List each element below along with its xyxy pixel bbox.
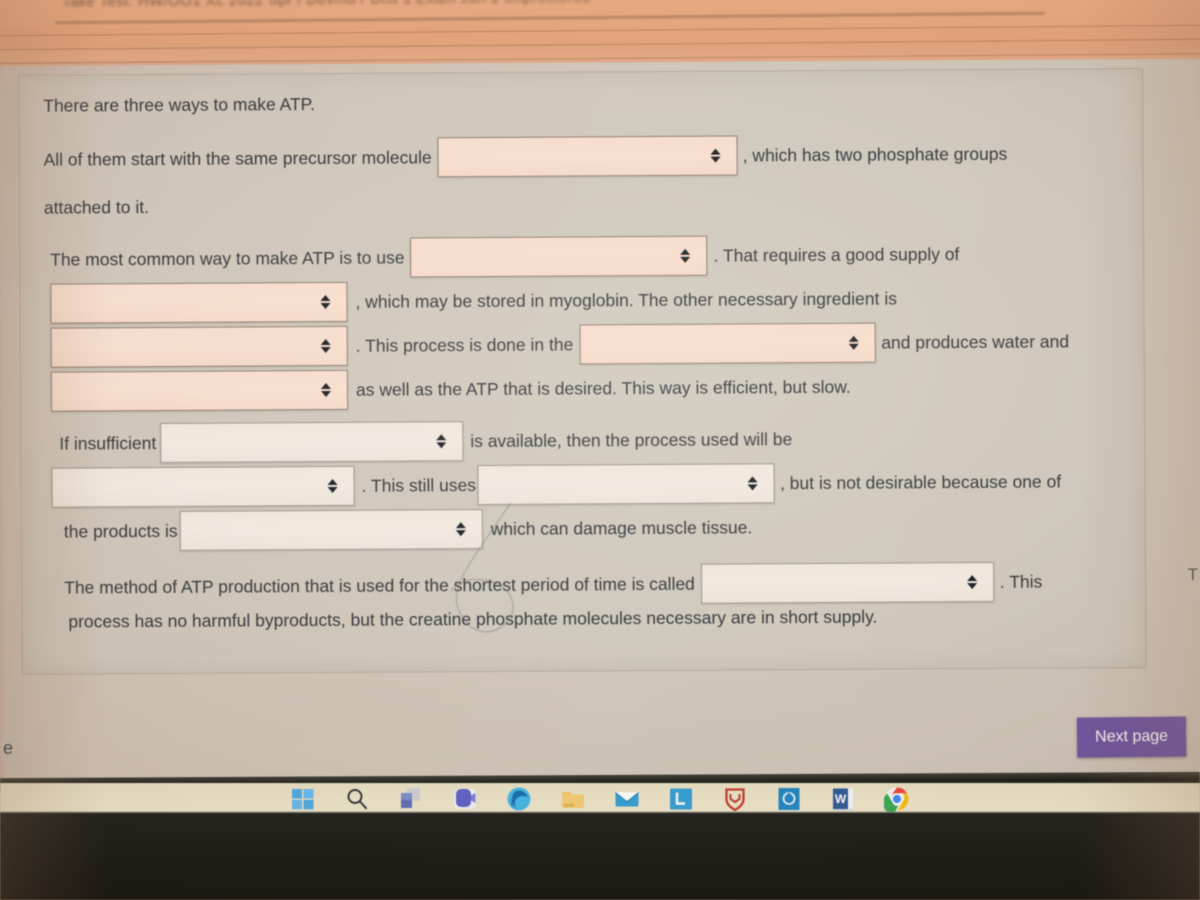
p4-text-c: process has no harmful byproducts, but t…	[68, 606, 878, 632]
chevron-updown-icon	[315, 339, 337, 354]
intro-line: There are three ways to make ATP.	[43, 89, 1138, 116]
p4-text-a: The method of ATP production that is use…	[64, 573, 695, 598]
browser-tab-strip-underline	[55, 12, 1045, 24]
chrome-icon[interactable]	[883, 785, 911, 813]
p4-text-b: . This	[999, 571, 1043, 593]
p2-line3: . This process is done in the and produc…	[45, 321, 1140, 368]
p1-text-c: attached to it.	[43, 197, 150, 218]
p1-line2: attached to it.	[44, 191, 1139, 218]
photographed-screen-backdrop: Take Test: HW/OO1 XL 2022 Spr / Devmo / …	[0, 0, 1200, 900]
dropdown-insufficient-what[interactable]	[160, 421, 464, 464]
teams-icon[interactable]	[451, 785, 479, 813]
search-icon[interactable]	[343, 785, 371, 813]
linkedin-icon[interactable]	[667, 785, 695, 813]
left-edge-text-fragment: e	[1, 735, 20, 762]
windows-start-icon[interactable]	[289, 785, 317, 813]
dropdown-precursor-molecule[interactable]	[437, 135, 738, 178]
chevron-updown-icon	[705, 148, 727, 163]
p3-text-f: which can damage muscle tissue.	[490, 517, 753, 540]
p2-text-b: . That requires a good supply of	[713, 244, 960, 266]
dropdown-good-supply-of[interactable]	[50, 282, 348, 324]
task-view-icon[interactable]	[397, 785, 425, 813]
chevron-updown-icon	[314, 295, 336, 310]
p4-line2: process has no harmful byproducts, but t…	[46, 605, 1141, 632]
browser-tab-strip: Take Test: HW/OO1 XL 2022 Spr / Devmo / …	[0, 0, 1200, 27]
dropdown-other-ingredient[interactable]	[50, 326, 348, 368]
p3-text-a: If insufficient	[59, 433, 157, 454]
page-edge-line-2	[0, 38, 1200, 51]
word-icon[interactable]: W	[829, 785, 857, 813]
dropdown-shortest-method[interactable]	[700, 562, 994, 604]
p2-line4: as well as the ATP that is desired. This…	[45, 365, 1140, 412]
chevron-updown-icon	[742, 476, 764, 491]
dropdown-this-still-uses[interactable]	[477, 463, 776, 506]
p2-text-c: , which may be stored in myoglobin. The …	[355, 288, 897, 313]
chevron-updown-icon	[842, 336, 864, 351]
file-explorer-icon[interactable]	[559, 785, 587, 813]
p1-text-b: , which has two phosphate groups	[742, 143, 1008, 166]
dropdown-most-common-fuel[interactable]	[410, 235, 708, 278]
next-page-button[interactable]: Next page	[1076, 716, 1187, 758]
p2-line1: The most common way to make ATP is to us…	[44, 233, 1139, 280]
chevron-updown-icon	[322, 479, 344, 494]
p4-line1: The method of ATP production that is use…	[46, 561, 1141, 608]
quiz-question-card: There are three ways to make ATP. All of…	[18, 68, 1147, 675]
chevron-updown-icon	[315, 383, 337, 398]
mcafee-shield-icon[interactable]	[721, 785, 749, 813]
p3-text-c: . This still uses	[361, 475, 477, 496]
quiz-page: There are three ways to make ATP. All of…	[0, 58, 1200, 780]
svg-text:W: W	[835, 792, 847, 806]
dropdown-product-is[interactable]	[179, 509, 483, 552]
chevron-updown-icon	[430, 434, 452, 449]
dropdown-process-used[interactable]	[51, 466, 355, 508]
p3-text-d: , but is not desirable because one of	[779, 471, 1062, 494]
onedrive-app-icon[interactable]	[775, 785, 803, 813]
taskbar-icon-row: W	[0, 783, 1200, 815]
p2-text-f: as well as the ATP that is desired. This…	[355, 376, 851, 401]
p3-line1: If insufficient is available, then the p…	[45, 417, 1140, 464]
edge-icon[interactable]	[505, 785, 533, 813]
windows-taskbar: W	[0, 783, 1200, 900]
dropdown-produces-water-and[interactable]	[50, 370, 349, 412]
browser-tab-strip-text: Take Test: HW/OO1 XL 2022 Spr / Devmo / …	[62, 0, 591, 11]
p1-text-a: All of them start with the same precurso…	[43, 147, 432, 170]
p2-text-a: The most common way to make ATP is to us…	[50, 247, 405, 270]
p3-line2: . This still uses , but is not desirable…	[45, 461, 1140, 508]
chevron-updown-icon	[961, 575, 983, 590]
p3-text-e: the products is	[63, 521, 178, 542]
intro-text: There are three ways to make ATP.	[43, 94, 316, 116]
p3-line3: the products is which can damage muscle …	[46, 505, 1141, 552]
quiz-question-body: There are three ways to make ATP. All of…	[43, 89, 1141, 632]
p2-text-d: . This process is done in the	[355, 334, 574, 357]
mail-icon[interactable]	[613, 785, 641, 813]
chevron-updown-icon	[674, 249, 696, 264]
chevron-updown-icon	[450, 522, 472, 537]
p2-text-e: and produces water and	[881, 331, 1070, 353]
p1-line1: All of them start with the same precurso…	[43, 133, 1138, 180]
p2-line2: , which may be stored in myoglobin. The …	[44, 277, 1139, 324]
dropdown-process-location[interactable]	[579, 322, 876, 365]
p3-text-b: is available, then the process used will…	[470, 429, 793, 452]
right-edge-text-fragment: T	[1187, 565, 1198, 584]
